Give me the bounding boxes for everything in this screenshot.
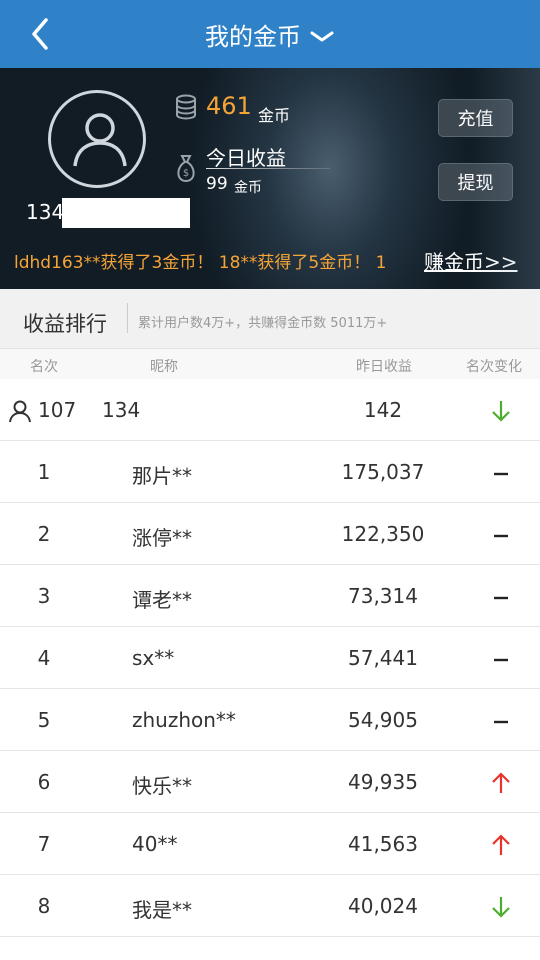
money-bag-icon: $ — [177, 155, 195, 183]
ranking-title: 收益排行 — [23, 312, 107, 336]
table-row[interactable]: 4 sx** 57,441 — [0, 627, 540, 689]
table-row[interactable]: 3 谭老** 73,314 — [0, 565, 540, 627]
rank-number: 8 — [37, 894, 51, 918]
column-earnings: 昨日收益 — [356, 359, 412, 375]
rank-change-icon — [486, 461, 516, 485]
ranking-list: 107 134 142 1 那片** 175,037 2 涨停** 122,350 3 谭老*… — [0, 379, 540, 937]
rank-number: 3 — [37, 584, 51, 608]
table-row[interactable]: 6 快乐** 49,935 — [0, 751, 540, 813]
rank-number: 5 — [37, 708, 51, 732]
chevron-down-icon — [310, 31, 334, 42]
rank-change-icon — [486, 399, 516, 423]
column-rank-change: 名次变化 — [466, 359, 522, 375]
my-ranking-row[interactable]: 107 134 142 — [0, 379, 540, 441]
nickname: zhuzhon** — [132, 708, 236, 732]
table-row[interactable]: 1 那片** 175,037 — [0, 441, 540, 503]
arrow-down-icon — [492, 897, 510, 918]
column-header: 名次 昵称 昨日收益 名次变化 — [0, 349, 540, 379]
yesterday-earnings: 122,350 — [341, 522, 425, 546]
wallet-panel: 134 461 金币 $ 今日收益 99 金币 充值 提现 ldhd163**获… — [0, 68, 540, 289]
nickname: 我是** — [132, 898, 192, 922]
rank-number: 4 — [37, 646, 51, 670]
svg-text:$: $ — [183, 168, 189, 179]
rank-number: 2 — [37, 522, 51, 546]
nickname: 那片** — [132, 464, 192, 488]
today-earnings-unit: 金币 — [234, 180, 262, 196]
yesterday-earnings: 142 — [363, 398, 403, 422]
earn-coins-link[interactable]: 赚金币>> — [424, 246, 518, 275]
user-id: 134 — [26, 200, 65, 224]
yesterday-earnings: 175,037 — [341, 460, 425, 484]
rank-number: 107 — [38, 398, 77, 422]
table-row[interactable]: 5 zhuzhon** 54,905 — [0, 689, 540, 751]
rank-change-icon — [486, 523, 516, 547]
coin-stack-icon — [176, 94, 196, 120]
dash-icon — [494, 534, 508, 538]
nickname: 134 — [102, 398, 141, 422]
page-title: 我的金币 — [205, 22, 301, 51]
rank-change-icon — [486, 833, 516, 857]
yesterday-earnings: 40,024 — [348, 894, 418, 918]
yesterday-earnings: 54,905 — [348, 708, 418, 732]
nickname: 快乐** — [132, 774, 192, 798]
ranking-subtitle: 累计用户数4万+，共赚得金币数 5011万+ — [138, 316, 388, 331]
avatar[interactable] — [48, 90, 146, 188]
divider — [206, 168, 330, 169]
rank-change-icon — [486, 895, 516, 919]
redaction-mask — [62, 198, 190, 228]
column-rank: 名次 — [30, 359, 58, 375]
ranking-header: 收益排行 累计用户数4万+，共赚得金币数 5011万+ — [0, 289, 540, 349]
rank-change-icon — [486, 585, 516, 609]
column-nickname: 昵称 — [150, 359, 178, 375]
arrow-down-icon — [492, 401, 510, 422]
divider — [127, 303, 128, 333]
yesterday-earnings: 73,314 — [348, 584, 418, 608]
today-earnings-value: 99 — [206, 174, 228, 194]
today-earnings-label: 今日收益 — [206, 146, 286, 170]
recharge-button[interactable]: 充值 — [438, 99, 513, 137]
dash-icon — [494, 720, 508, 724]
arrow-up-icon — [492, 834, 510, 855]
rank-number: 7 — [37, 832, 51, 856]
top-bar: 我的金币 — [0, 0, 540, 68]
table-row[interactable]: 8 我是** 40,024 — [0, 875, 540, 937]
title-dropdown[interactable]: 我的金币 — [0, 0, 540, 68]
nickname: 谭老** — [132, 588, 192, 612]
rank-number: 6 — [37, 770, 51, 794]
nickname: sx** — [132, 646, 175, 670]
rank-number: 1 — [37, 460, 51, 484]
nickname: 涨停** — [132, 526, 192, 550]
yesterday-earnings: 57,441 — [348, 646, 418, 670]
dash-icon — [494, 472, 508, 476]
yesterday-earnings: 49,935 — [348, 770, 418, 794]
yesterday-earnings: 41,563 — [348, 832, 418, 856]
earnings-ticker: ldhd163**获得了3金币！ 18**获得了5金币！ 1 — [14, 253, 387, 273]
dash-icon — [494, 596, 508, 600]
rank-change-icon — [486, 771, 516, 795]
table-row[interactable]: 2 涨停** 122,350 — [0, 503, 540, 565]
arrow-up-icon — [492, 772, 510, 793]
user-icon — [73, 113, 127, 167]
rank-change-icon — [486, 709, 516, 733]
dash-icon — [494, 658, 508, 662]
coin-unit: 金币 — [258, 106, 291, 125]
withdraw-button[interactable]: 提现 — [438, 163, 513, 201]
table-row[interactable]: 7 40** 41,563 — [0, 813, 540, 875]
coin-balance: 461 — [206, 92, 252, 120]
nickname: 40** — [132, 832, 178, 856]
user-icon — [9, 400, 31, 423]
rank-change-icon — [486, 647, 516, 671]
